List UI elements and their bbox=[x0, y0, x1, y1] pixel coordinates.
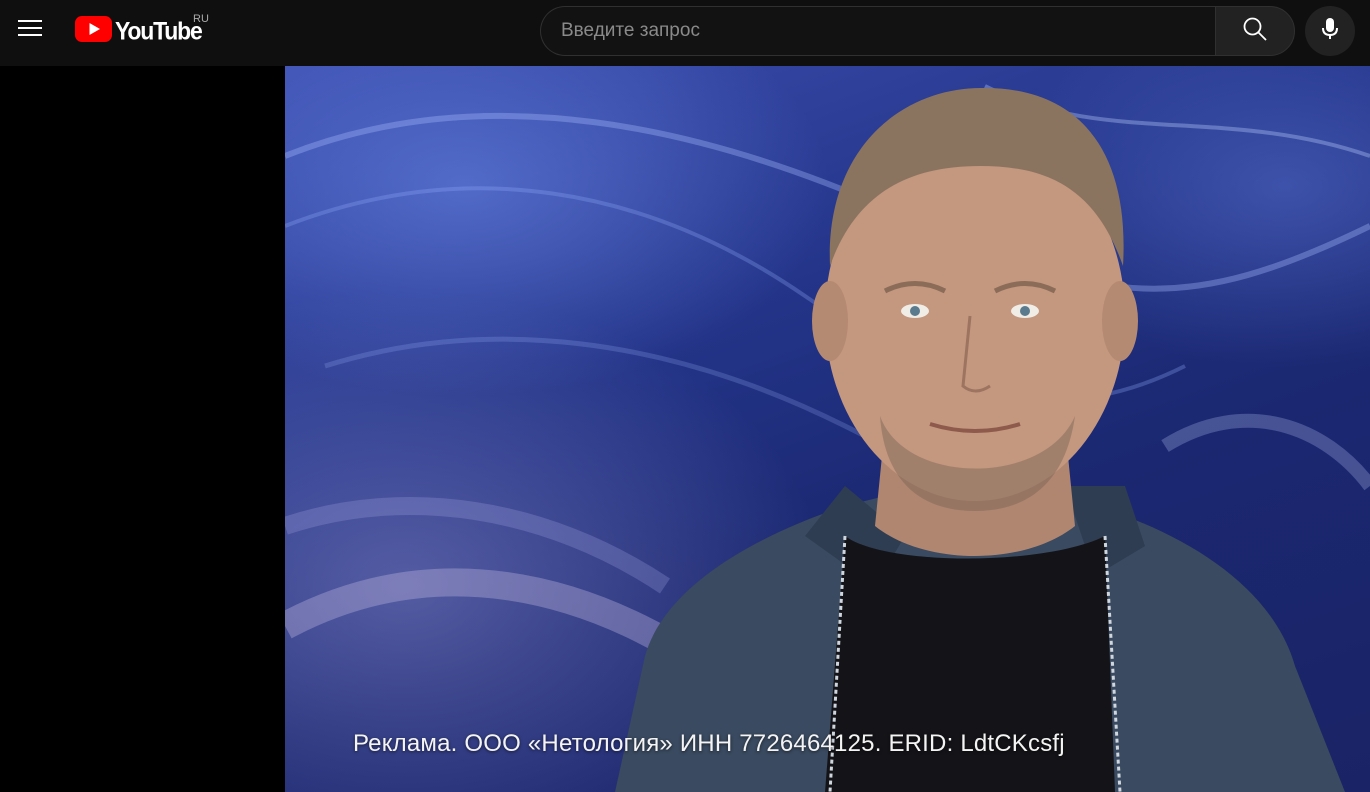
hamburger-menu-icon bbox=[18, 16, 42, 45]
youtube-play-icon bbox=[75, 15, 112, 47]
search-input[interactable] bbox=[561, 20, 1215, 42]
youtube-logo[interactable]: YouTube bbox=[75, 15, 203, 47]
country-code: RU bbox=[193, 13, 209, 25]
search-icon bbox=[1242, 16, 1268, 47]
player-letterbox bbox=[0, 66, 285, 792]
logo-wordmark: YouTube bbox=[115, 16, 203, 45]
voice-search-button[interactable] bbox=[1305, 6, 1355, 56]
ad-disclosure-caption: Реклама. ООО «Нетология» ИНН 7726464125.… bbox=[353, 730, 1065, 757]
guide-menu-button[interactable] bbox=[10, 10, 50, 50]
search-bar bbox=[540, 6, 1295, 56]
search-button[interactable] bbox=[1215, 6, 1295, 56]
masthead: YouTube RU bbox=[0, 0, 1370, 66]
video-frame bbox=[285, 84, 1370, 792]
microphone-icon bbox=[1320, 17, 1340, 46]
search-box bbox=[540, 6, 1215, 56]
video-player[interactable]: Реклама. ООО «Нетология» ИНН 7726464125.… bbox=[285, 66, 1370, 792]
